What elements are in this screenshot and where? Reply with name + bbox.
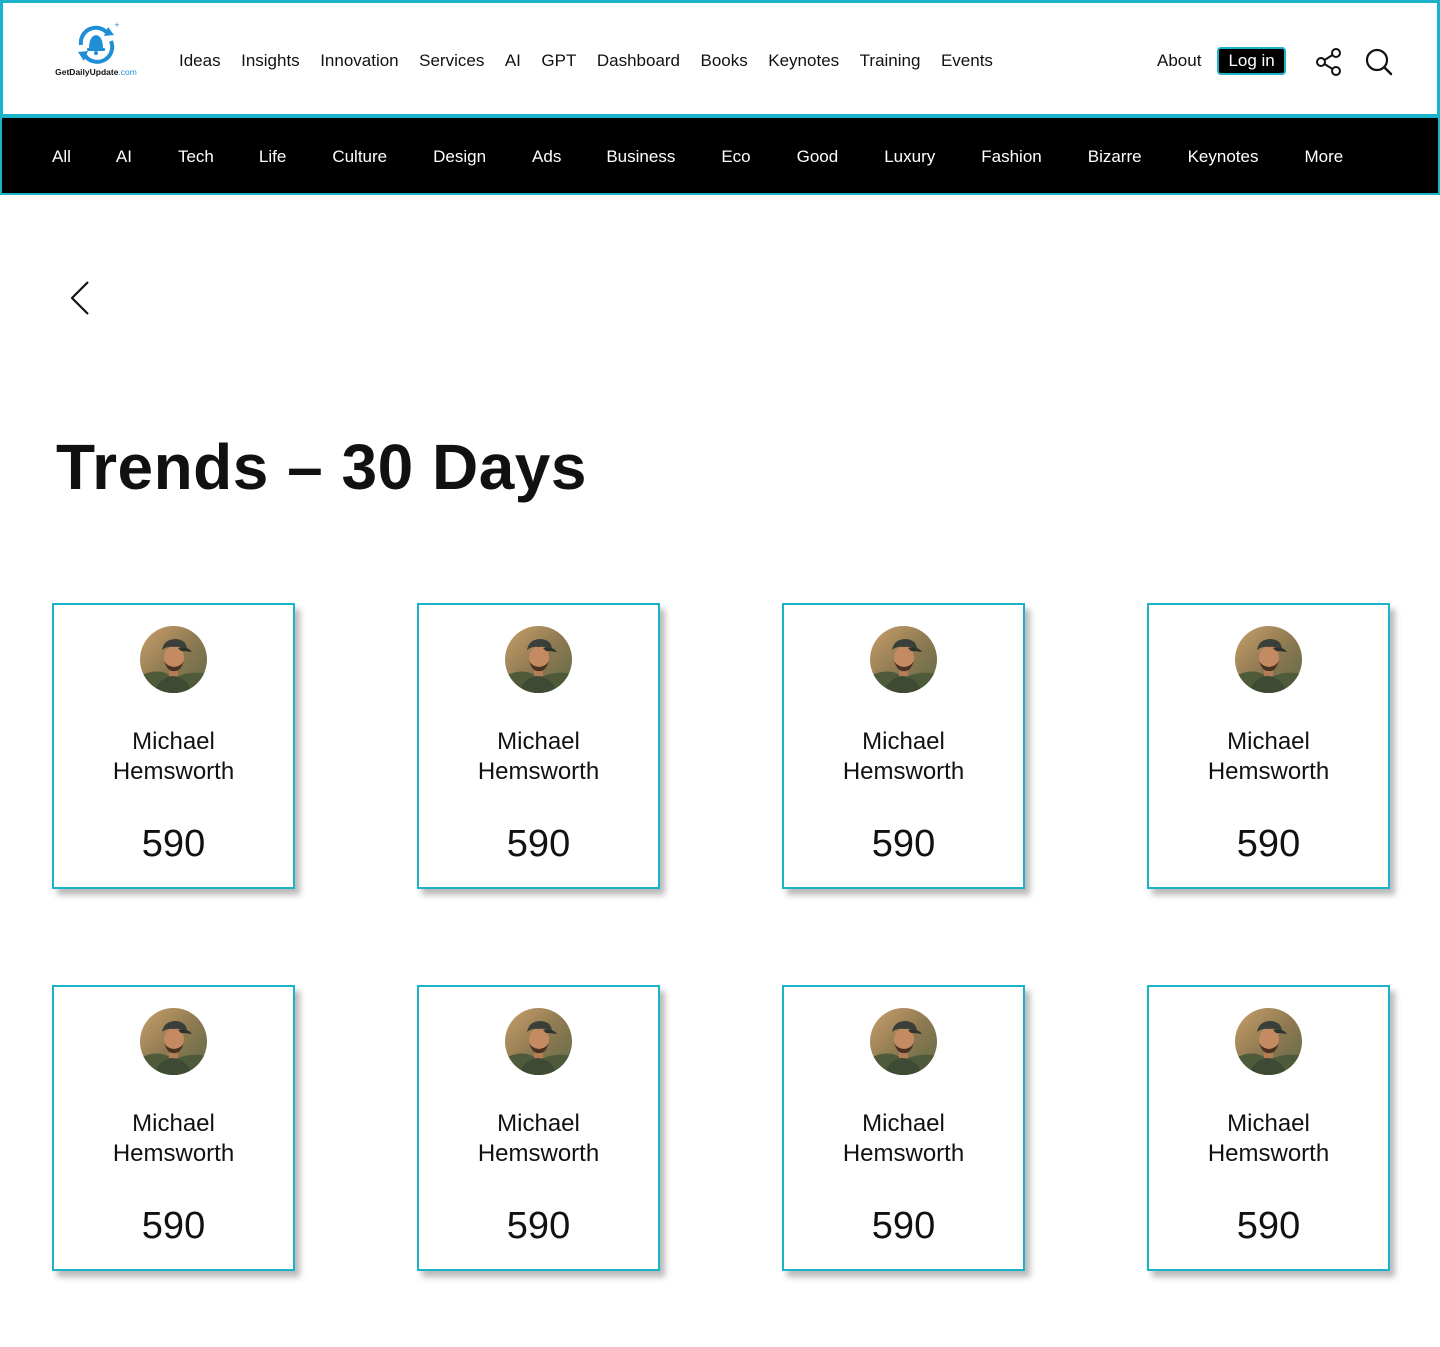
card-count: 590: [141, 823, 206, 865]
category-tech[interactable]: Tech: [178, 147, 214, 167]
card-name: Michael Hemsworth: [1207, 728, 1330, 785]
category-bizarre[interactable]: Bizarre: [1088, 147, 1142, 167]
avatar: [140, 626, 207, 693]
trend-card[interactable]: Michael Hemsworth 590: [417, 985, 660, 1271]
trend-card[interactable]: Michael Hemsworth 590: [52, 603, 295, 889]
card-name: Michael Hemsworth: [1207, 1110, 1330, 1167]
page-title: Trends – 30 Days: [56, 431, 587, 503]
nav-events[interactable]: Events: [941, 51, 993, 71]
nav-keynotes[interactable]: Keynotes: [768, 51, 839, 71]
login-button[interactable]: Log in: [1217, 47, 1286, 75]
nav-services[interactable]: Services: [419, 51, 484, 71]
card-count: 590: [871, 823, 936, 865]
category-fashion[interactable]: Fashion: [981, 147, 1041, 167]
avatar: [505, 626, 572, 693]
category-eco[interactable]: Eco: [721, 147, 750, 167]
card-name: Michael Hemsworth: [842, 728, 965, 785]
category-life[interactable]: Life: [259, 147, 286, 167]
avatar: [140, 1008, 207, 1075]
trend-card[interactable]: Michael Hemsworth 590: [417, 603, 660, 889]
card-count: 590: [506, 1205, 571, 1247]
bell-logo-icon: +: [78, 21, 120, 64]
category-keynotes[interactable]: Keynotes: [1188, 147, 1259, 167]
nav-ai[interactable]: AI: [505, 51, 521, 71]
avatar: [870, 1008, 937, 1075]
trend-card[interactable]: Michael Hemsworth 590: [1147, 985, 1390, 1271]
card-count: 590: [1236, 1205, 1301, 1247]
category-ai[interactable]: AI: [116, 147, 132, 167]
chevron-left-icon[interactable]: [66, 280, 96, 316]
card-name: Michael Hemsworth: [842, 1110, 965, 1167]
category-design[interactable]: Design: [433, 147, 486, 167]
card-name: Michael Hemsworth: [477, 1110, 600, 1167]
main-nav: Ideas Insights Innovation Services AI GP…: [179, 51, 1013, 71]
category-culture[interactable]: Culture: [332, 147, 387, 167]
card-count: 590: [1236, 823, 1301, 865]
nav-insights[interactable]: Insights: [241, 51, 300, 71]
trend-card[interactable]: Michael Hemsworth 590: [52, 985, 295, 1271]
avatar: [1235, 626, 1302, 693]
svg-text:+: +: [114, 21, 120, 29]
card-name: Michael Hemsworth: [477, 728, 600, 785]
category-bar: All AI Tech Life Culture Design Ads Busi…: [0, 118, 1440, 195]
card-name: Michael Hemsworth: [112, 1110, 235, 1167]
nav-books[interactable]: Books: [701, 51, 748, 71]
avatar: [1235, 1008, 1302, 1075]
avatar: [505, 1008, 572, 1075]
category-good[interactable]: Good: [797, 147, 839, 167]
logo-text: GetDailyUpdate.com: [55, 67, 137, 77]
category-ads[interactable]: Ads: [532, 147, 561, 167]
nav-gpt[interactable]: GPT: [541, 51, 576, 71]
card-count: 590: [871, 1205, 936, 1247]
category-more[interactable]: More: [1304, 147, 1343, 167]
share-icon[interactable]: [1314, 47, 1344, 77]
card-name: Michael Hemsworth: [112, 728, 235, 785]
avatar: [870, 626, 937, 693]
trend-card[interactable]: Michael Hemsworth 590: [782, 603, 1025, 889]
category-luxury[interactable]: Luxury: [884, 147, 935, 167]
nav-ideas[interactable]: Ideas: [179, 51, 221, 71]
category-business[interactable]: Business: [606, 147, 675, 167]
top-header: + GetDailyUpdate.com Ideas Insights Inno…: [0, 0, 1440, 118]
category-all[interactable]: All: [52, 147, 71, 167]
card-count: 590: [141, 1205, 206, 1247]
nav-dashboard[interactable]: Dashboard: [597, 51, 680, 71]
nav-training[interactable]: Training: [860, 51, 921, 71]
header-actions: About Log in: [1157, 47, 1286, 75]
search-icon[interactable]: [1364, 47, 1394, 77]
nav-innovation[interactable]: Innovation: [320, 51, 398, 71]
trend-card[interactable]: Michael Hemsworth 590: [782, 985, 1025, 1271]
site-logo[interactable]: + GetDailyUpdate.com: [53, 21, 139, 101]
nav-about[interactable]: About: [1157, 51, 1201, 71]
trend-card[interactable]: Michael Hemsworth 590: [1147, 603, 1390, 889]
card-count: 590: [506, 823, 571, 865]
